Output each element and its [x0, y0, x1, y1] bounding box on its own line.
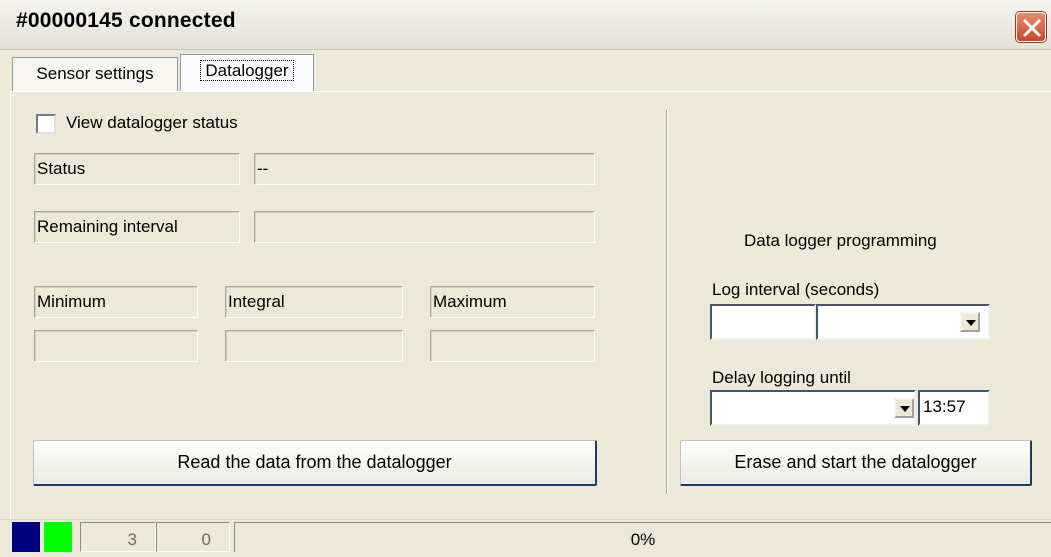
erase-start-button[interactable]: Erase and start the datalogger	[680, 440, 1032, 486]
chevron-down-icon[interactable]	[960, 312, 980, 332]
status-value: --	[254, 153, 595, 185]
delay-date-select[interactable]	[710, 390, 916, 426]
minimum-value	[34, 330, 198, 362]
integral-value	[225, 330, 403, 362]
chevron-down-icon[interactable]	[894, 398, 914, 418]
tab-datalogger[interactable]: Datalogger	[180, 54, 314, 92]
close-icon	[1023, 19, 1041, 37]
minimum-label: Minimum	[34, 286, 198, 318]
status-indicator-blue	[12, 522, 40, 552]
maximum-label: Maximum	[430, 286, 595, 318]
log-interval-input[interactable]	[710, 304, 816, 340]
remaining-interval-label: Remaining interval	[34, 211, 240, 243]
programming-heading: Data logger programming	[744, 231, 937, 250]
tab-sensor-settings[interactable]: Sensor settings	[12, 57, 178, 91]
delay-logging-label: Delay logging until	[712, 368, 851, 387]
log-interval-select[interactable]	[816, 304, 990, 340]
status-label: Status	[34, 153, 240, 185]
count-box-2: 0	[156, 522, 230, 552]
integral-label: Integral	[225, 286, 403, 318]
count-box-1: 3	[80, 522, 156, 552]
window-title: #00000145 connected	[16, 9, 236, 32]
close-button[interactable]	[1016, 12, 1046, 42]
read-data-button[interactable]: Read the data from the datalogger	[33, 440, 597, 486]
status-indicator-green	[44, 522, 72, 552]
progress-bar: 0%	[234, 522, 1051, 552]
tab-datalogger-label: Datalogger	[200, 60, 294, 81]
maximum-value	[430, 330, 595, 362]
vertical-divider	[666, 110, 668, 494]
tab-sensor-settings-label: Sensor settings	[36, 64, 154, 83]
log-interval-label: Log interval (seconds)	[712, 280, 880, 299]
view-status-checkbox[interactable]	[36, 114, 56, 134]
remaining-interval-value	[254, 211, 595, 243]
delay-time-input[interactable]: 13:57	[918, 390, 990, 426]
view-status-label: View datalogger status	[66, 113, 238, 132]
